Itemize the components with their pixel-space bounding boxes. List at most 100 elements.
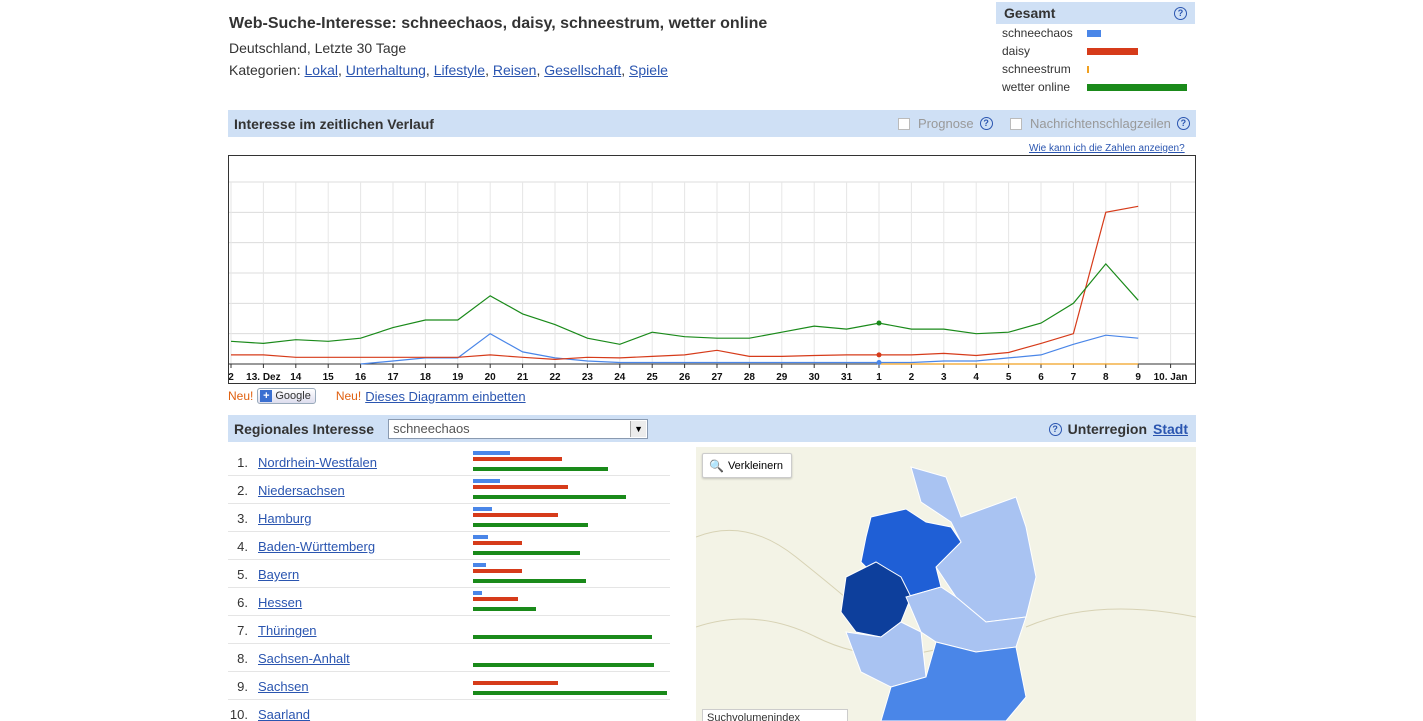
region-bar-schneechaos bbox=[473, 479, 500, 483]
neu-badge: Neu! bbox=[228, 389, 254, 403]
category-link-unterhaltung[interactable]: Unterhaltung bbox=[346, 62, 426, 78]
x-tick-label: 7 bbox=[1071, 372, 1077, 383]
region-link[interactable]: Bayern bbox=[258, 567, 299, 582]
region-bar-wetter bbox=[473, 523, 588, 527]
x-tick-label: 2 bbox=[909, 372, 915, 383]
x-tick-label: 13. Dez bbox=[246, 372, 280, 383]
x-tick-label: 8 bbox=[1103, 372, 1109, 383]
help-icon[interactable]: ? bbox=[1048, 422, 1062, 436]
region-bar-schneechaos bbox=[473, 535, 488, 539]
x-tick-label: 29 bbox=[776, 372, 788, 383]
x-tick-label: 1 bbox=[876, 372, 882, 383]
news-label: Nachrichtenschlagzeilen bbox=[1030, 116, 1171, 131]
category-link-reisen[interactable]: Reisen bbox=[493, 62, 537, 78]
gesamt-rows: schneechaos daisy schneestrum wetter online bbox=[996, 24, 1195, 96]
gesamt-term-label: schneechaos bbox=[1002, 26, 1073, 40]
region-row: 4. Baden-Württemberg bbox=[228, 532, 670, 560]
news-option: Nachrichtenschlagzeilen ? bbox=[1010, 116, 1190, 131]
region-link[interactable]: Niedersachsen bbox=[258, 483, 345, 498]
gesamt-title: Gesamt bbox=[1004, 5, 1056, 21]
help-icon[interactable]: ? bbox=[979, 117, 993, 130]
gesamt-row: schneestrum bbox=[996, 60, 1195, 78]
x-tick-label: 17 bbox=[387, 372, 399, 383]
region-bar-wetter bbox=[473, 579, 586, 583]
category-link-gesellschaft[interactable]: Gesellschaft bbox=[544, 62, 621, 78]
region-link[interactable]: Hessen bbox=[258, 595, 302, 610]
forecast-checkbox[interactable] bbox=[898, 117, 910, 130]
category-link-lifestyle[interactable]: Lifestyle bbox=[434, 62, 485, 78]
region-row: 2. Niedersachsen bbox=[228, 476, 670, 504]
add-to-google-button[interactable]: + Google bbox=[257, 388, 316, 404]
x-tick-label: 4 bbox=[973, 372, 979, 383]
region-link[interactable]: Baden-Württemberg bbox=[258, 539, 375, 554]
magnifier-icon: 🔍 bbox=[709, 458, 724, 473]
category-link-lokal[interactable]: Lokal bbox=[305, 62, 338, 78]
series-marker bbox=[876, 359, 882, 365]
region-bar-schneechaos bbox=[473, 507, 492, 511]
gesamt-term-label: wetter online bbox=[1002, 80, 1071, 94]
region-link[interactable]: Sachsen-Anhalt bbox=[258, 651, 350, 666]
x-tick-label: 22 bbox=[549, 372, 561, 383]
region-link[interactable]: Nordrhein-Westfalen bbox=[258, 455, 377, 470]
region-bar-wetter bbox=[473, 467, 608, 471]
region-link[interactable]: Hamburg bbox=[258, 511, 311, 526]
gesamt-row: wetter online bbox=[996, 78, 1195, 96]
x-tick-label: 27 bbox=[711, 372, 723, 383]
region-bar-wetter bbox=[473, 607, 536, 611]
x-tick-label: 3 bbox=[941, 372, 947, 383]
chevron-down-icon[interactable]: ▼ bbox=[630, 420, 647, 437]
neu-badge: Neu! bbox=[335, 389, 362, 403]
region-row: 6. Hessen bbox=[228, 588, 670, 616]
region-rank: 9. bbox=[237, 679, 248, 694]
region-map[interactable]: 🔍 Verkleinern Suchvolumenindex bbox=[696, 447, 1196, 721]
region-row: 3. Hamburg bbox=[228, 504, 670, 532]
region-bar-schneechaos bbox=[473, 563, 486, 567]
gesamt-term-label: daisy bbox=[1002, 44, 1031, 58]
region-bar-wetter bbox=[473, 551, 580, 555]
x-tick-label: 20 bbox=[485, 372, 497, 383]
x-tick-label: 16 bbox=[355, 372, 367, 383]
region-rank: 5. bbox=[237, 567, 248, 582]
region-bar-daisy bbox=[473, 513, 558, 517]
series-marker bbox=[876, 352, 882, 358]
subregion-toggle: ? Unterregion Stadt bbox=[1048, 421, 1188, 437]
x-tick-label: 18 bbox=[420, 372, 432, 383]
help-icon[interactable]: ? bbox=[1174, 7, 1187, 20]
region-row: 5. Bayern bbox=[228, 560, 670, 588]
x-tick-label: 9 bbox=[1135, 372, 1141, 383]
series-marker bbox=[876, 320, 882, 326]
region-link[interactable]: Thüringen bbox=[258, 623, 317, 638]
x-tick-label: 2 bbox=[229, 372, 234, 383]
regional-title: Regionales Interesse bbox=[234, 420, 375, 437]
region-bar-daisy bbox=[473, 541, 522, 545]
region-link[interactable]: Sachsen bbox=[258, 679, 309, 694]
help-icon[interactable]: ? bbox=[1176, 117, 1190, 130]
chart-svg: 2 13. Dez 14 15 16 17 18 19 20 21 22 23 24 25 26 27 28 29… bbox=[228, 181, 1206, 383]
embed-row: Neu! + Google Neu! Dieses Diagramm einbe… bbox=[228, 388, 526, 404]
page-title: Web-Suche-Interesse: schneechaos, daisy,… bbox=[229, 15, 768, 32]
region-bar-wetter bbox=[473, 691, 667, 695]
term-select[interactable]: schneechaos ▼ bbox=[388, 418, 649, 439]
x-tick-label: 31 bbox=[841, 372, 853, 383]
region-rank: 4. bbox=[237, 539, 248, 554]
city-link[interactable]: Stadt bbox=[1153, 421, 1188, 437]
region-bar-wetter bbox=[473, 495, 626, 499]
x-tick-label: 10. Jan bbox=[1154, 372, 1188, 383]
region-bar-daisy bbox=[473, 485, 568, 489]
region-bar-schneechaos bbox=[473, 591, 482, 595]
news-checkbox[interactable] bbox=[1010, 117, 1022, 130]
region-rank: 2. bbox=[237, 483, 248, 498]
categories-label: Kategorien: bbox=[229, 62, 301, 78]
x-tick-label: 15 bbox=[323, 372, 335, 383]
region-bar-wetter bbox=[473, 663, 654, 667]
timeline-header: Interesse im zeitlichen Verlauf Prognose… bbox=[228, 110, 1196, 137]
region-link[interactable]: Saarland bbox=[258, 707, 310, 721]
embed-chart-link[interactable]: Dieses Diagramm einbetten bbox=[365, 389, 525, 404]
category-link-spiele[interactable]: Spiele bbox=[629, 62, 668, 78]
germany-map bbox=[696, 466, 1196, 721]
region-rank: 3. bbox=[237, 511, 248, 526]
x-tick-label: 26 bbox=[679, 372, 691, 383]
zoom-out-button[interactable]: 🔍 Verkleinern bbox=[702, 453, 792, 478]
x-tick-label: 5 bbox=[1006, 372, 1012, 383]
howto-link[interactable]: Wie kann ich die Zahlen anzeigen? bbox=[1029, 143, 1185, 154]
